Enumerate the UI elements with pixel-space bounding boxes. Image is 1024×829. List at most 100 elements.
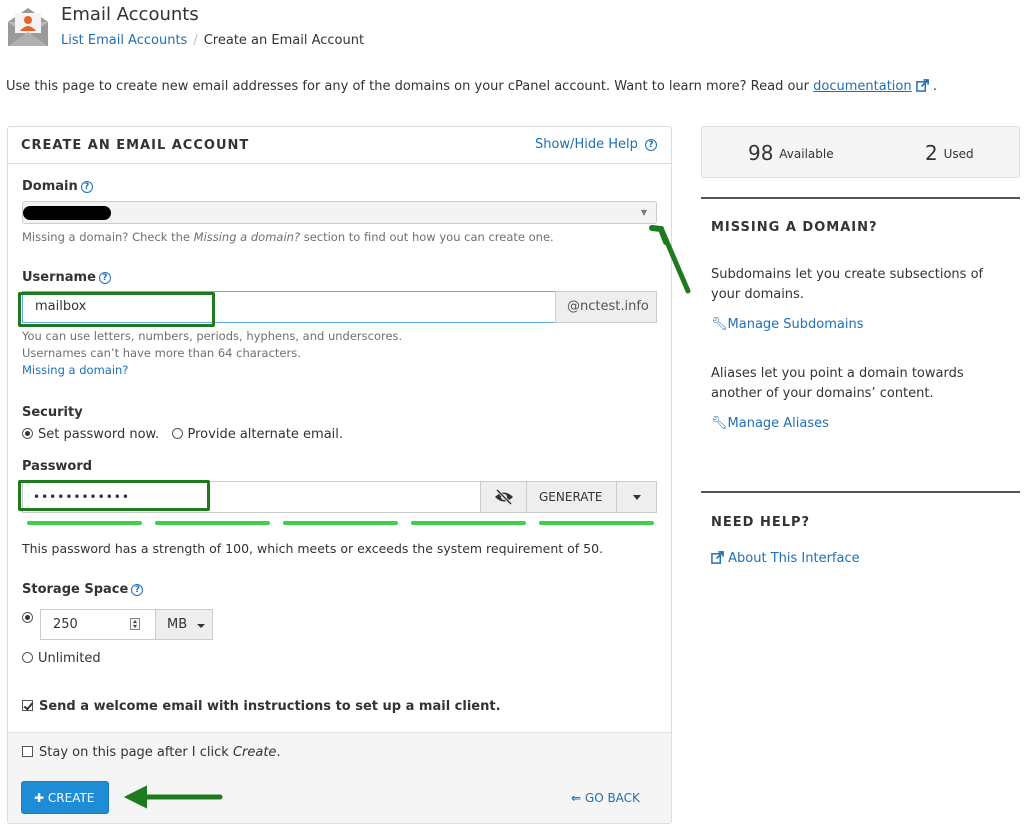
strength-segment — [539, 521, 654, 525]
generate-options-dropdown[interactable] — [616, 481, 657, 513]
wrench-icon: 🔧︎ — [711, 416, 728, 431]
domain-hint-after: section to find out how you can create o… — [300, 230, 554, 244]
domain-label-text: Domain — [22, 179, 78, 194]
stat-available: 98 Available — [748, 141, 834, 165]
page-title: Email Accounts — [61, 4, 199, 25]
question-circle-icon: ? — [645, 139, 657, 151]
domain-suffix: @nctest.info — [555, 291, 657, 323]
username-label-text: Username — [22, 270, 96, 285]
quota-unit-dropdown[interactable]: MB — [155, 609, 213, 640]
radio-quota-wrap — [22, 611, 38, 626]
wrench-icon: 🔧︎ — [711, 317, 728, 332]
domain-select[interactable]: ▼ — [22, 201, 657, 224]
password-strength-text: This password has a strength of 100, whi… — [22, 541, 604, 556]
stat-used: 2 Used — [925, 141, 974, 165]
missing-domain-link[interactable]: Missing a domain? — [22, 363, 128, 377]
aliases-description: Aliases let you point a domain towards a… — [711, 366, 964, 401]
strength-segment — [155, 521, 270, 525]
welcome-email-row: Send a welcome email with instructions t… — [22, 699, 501, 714]
chevron-down-icon: ▼ — [640, 208, 647, 217]
plus-icon: ✚ — [34, 791, 45, 805]
radio-set-password[interactable] — [22, 428, 33, 439]
stay-on-page-label-after: . — [276, 745, 281, 760]
username-hint-chars: You can use letters, numbers, periods, h… — [22, 329, 403, 343]
stay-on-page-checkbox[interactable] — [22, 746, 33, 757]
radio-unlimited[interactable] — [22, 652, 33, 663]
manage-subdomains-link[interactable]: 🔧︎Manage Subdomains — [711, 317, 864, 332]
quota-stepper[interactable] — [130, 618, 140, 630]
highlight-username — [18, 292, 215, 327]
documentation-link[interactable]: documentation — [813, 79, 911, 94]
radio-set-password-label[interactable]: Set password now. — [38, 427, 159, 442]
breadcrumb-separator: / — [193, 33, 198, 48]
strength-segment — [27, 521, 142, 525]
stay-on-page-label-em[interactable]: Create — [233, 745, 276, 760]
breadcrumb: List Email Accounts / Create an Email Acco… — [61, 33, 364, 48]
breadcrumb-link-list-email-accounts[interactable]: List Email Accounts — [61, 33, 187, 48]
question-circle-icon[interactable]: ? — [80, 181, 93, 193]
security-options: Set password now. Provide alternate emai… — [22, 427, 343, 442]
show-hide-help-link[interactable]: Show/Hide Help ? — [535, 137, 657, 152]
radio-quota[interactable] — [22, 612, 33, 623]
arrow-left-icon: ⇐ — [571, 791, 582, 805]
generate-password-button[interactable]: GENERATE — [526, 481, 617, 513]
question-circle-icon[interactable]: ? — [131, 584, 144, 596]
about-interface-label: About This Interface — [728, 551, 860, 566]
create-button[interactable]: ✚ CREATE — [21, 781, 109, 814]
domain-hint-emphasis: Missing a domain? — [193, 230, 301, 244]
breadcrumb-current: Create an Email Account — [203, 33, 365, 48]
go-back-link[interactable]: ⇐ GO BACK — [571, 791, 640, 805]
need-help-heading: NEED HELP? — [711, 515, 811, 530]
external-link-icon[interactable] — [915, 79, 929, 92]
go-back-label: GO BACK — [584, 791, 640, 805]
envelope-user-icon — [8, 8, 48, 46]
radio-unlimited-row: Unlimited — [22, 651, 101, 666]
radio-alternate-email[interactable] — [171, 428, 183, 439]
available-count: 98 — [748, 141, 774, 165]
welcome-email-label[interactable]: Send a welcome email with instructions t… — [39, 699, 501, 714]
strength-segment — [411, 521, 526, 525]
strength-segment — [283, 521, 398, 525]
welcome-email-checkbox[interactable] — [22, 700, 33, 711]
security-label: Security — [22, 405, 83, 420]
storage-label-text: Storage Space — [22, 582, 129, 597]
redacted-domain — [23, 206, 111, 220]
highlight-password — [18, 480, 210, 511]
used-count: 2 — [925, 141, 938, 165]
section-divider — [701, 197, 1020, 199]
account-stats: 98 Available 2 Used — [701, 126, 1020, 178]
subdomains-description: Subdomains let you create subsections of… — [711, 267, 984, 302]
panel-header: CREATE AN EMAIL ACCOUNT Show/Hide Help ? — [8, 127, 671, 164]
storage-label: Storage Space? — [22, 582, 144, 597]
toggle-visibility-button[interactable] — [480, 481, 527, 513]
stay-on-page-label-before[interactable]: Stay on this page after I click — [39, 745, 233, 760]
eye-slash-icon — [495, 489, 513, 505]
create-button-label: CREATE — [47, 791, 95, 805]
manage-subdomains-label: Manage Subdomains — [727, 317, 864, 332]
intro-end: . — [932, 79, 938, 94]
domain-label: Domain? — [22, 179, 93, 194]
form-footer: Stay on this page after I click Create. … — [8, 732, 671, 823]
panel-title: CREATE AN EMAIL ACCOUNT — [21, 138, 250, 153]
intro-text: Use this page to create new email addres… — [6, 79, 937, 94]
intro-body: Use this page to create new email addres… — [6, 79, 814, 94]
domain-hint-before: Missing a domain? Check the — [22, 230, 194, 244]
missing-domain-heading: MISSING A DOMAIN? — [711, 220, 878, 235]
section-divider — [701, 491, 1020, 493]
password-label: Password — [22, 459, 93, 474]
radio-unlimited-label[interactable]: Unlimited — [38, 651, 101, 666]
manage-aliases-link[interactable]: 🔧︎Manage Aliases — [711, 416, 829, 431]
username-hint-length: Usernames can’t have more than 64 charac… — [22, 346, 301, 360]
used-label: Used — [943, 147, 974, 161]
manage-aliases-label: Manage Aliases — [727, 416, 829, 431]
about-interface-link[interactable]: About This Interface — [711, 551, 860, 566]
show-hide-help-label: Show/Hide Help — [534, 137, 638, 152]
external-link-icon — [711, 551, 724, 564]
domain-hint: Missing a domain? Check the Missing a do… — [22, 230, 554, 244]
stay-on-page-row: Stay on this page after I click Create. — [22, 745, 281, 760]
username-label: Username? — [22, 270, 111, 285]
question-circle-icon[interactable]: ? — [98, 272, 111, 284]
create-email-panel: CREATE AN EMAIL ACCOUNT Show/Hide Help ?… — [7, 126, 672, 824]
available-label: Available — [779, 147, 834, 161]
radio-alternate-email-label[interactable]: Provide alternate email. — [188, 427, 344, 442]
